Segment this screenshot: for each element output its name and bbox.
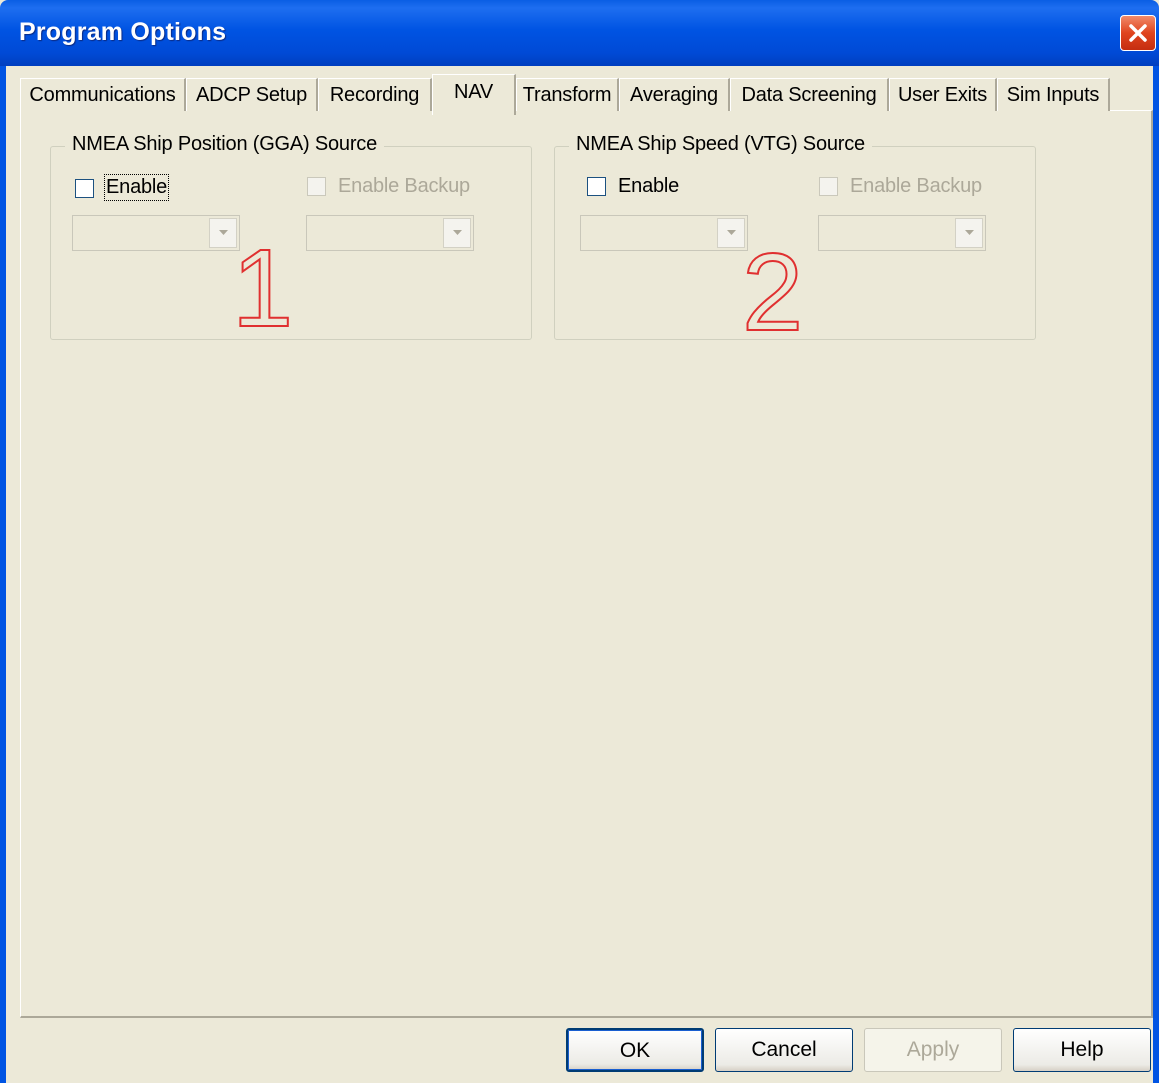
tab-adcp-setup[interactable]: ADCP Setup: [186, 78, 318, 111]
vtg-group-title: NMEA Ship Speed (VTG) Source: [569, 133, 872, 156]
dropdown-button[interactable]: [955, 218, 983, 248]
gga-backup-checkbox[interactable]: [307, 177, 326, 196]
vtg-enable-checkbox[interactable]: [587, 177, 606, 196]
tab-averaging[interactable]: Averaging: [619, 78, 730, 111]
tab-sim-inputs[interactable]: Sim Inputs: [997, 78, 1110, 111]
program-options-dialog: Program Options Communications ADCP Setu…: [0, 0, 1159, 1083]
cancel-button[interactable]: Cancel: [715, 1028, 853, 1072]
tab-data-screening[interactable]: Data Screening: [730, 78, 889, 111]
vtg-backup-label: Enable Backup: [850, 175, 982, 197]
tab-transform[interactable]: Transform: [516, 78, 619, 111]
help-button[interactable]: Help: [1013, 1028, 1151, 1072]
vtg-backup-checkbox[interactable]: [819, 177, 838, 196]
tab-strip: Communications ADCP Setup Recording NAV …: [20, 74, 1140, 115]
window-frame-left: [0, 66, 6, 1083]
tab-nav[interactable]: NAV: [432, 74, 516, 115]
title-bar[interactable]: Program Options: [0, 0, 1159, 66]
window-frame-right: [1153, 66, 1159, 1083]
window-title: Program Options: [19, 18, 227, 46]
apply-button[interactable]: Apply: [864, 1028, 1002, 1072]
annotation-number-1: 1: [231, 227, 294, 350]
gga-enable-label[interactable]: Enable: [103, 174, 170, 201]
gga-group-title: NMEA Ship Position (GGA) Source: [65, 133, 385, 156]
gga-backup-label: Enable Backup: [338, 175, 470, 197]
vtg-enable-label[interactable]: Enable: [618, 175, 679, 198]
tab-communications[interactable]: Communications: [20, 78, 186, 111]
gga-backup-dropdown[interactable]: [306, 215, 474, 251]
tab-user-exits[interactable]: User Exits: [889, 78, 997, 111]
annotation-number-2: 2: [741, 231, 804, 354]
vtg-backup-dropdown[interactable]: [818, 215, 986, 251]
dropdown-button[interactable]: [717, 218, 745, 248]
tab-recording[interactable]: Recording: [318, 78, 432, 111]
gga-source-dropdown[interactable]: [72, 215, 240, 251]
ok-button[interactable]: OK: [566, 1028, 704, 1072]
close-button[interactable]: [1120, 15, 1156, 51]
dropdown-button[interactable]: [443, 218, 471, 248]
vtg-source-dropdown[interactable]: [580, 215, 748, 251]
gga-enable-checkbox[interactable]: [75, 179, 94, 198]
